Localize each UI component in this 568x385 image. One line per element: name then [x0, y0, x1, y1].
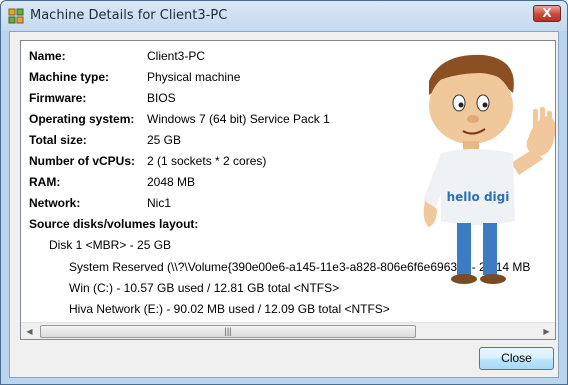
close-button[interactable]: Close	[479, 347, 554, 370]
grip-icon: |||	[224, 326, 232, 336]
detail-value: 25 GB	[147, 133, 182, 147]
detail-label: Network:	[29, 196, 81, 210]
window-title: Machine Details for Client3-PC	[30, 8, 228, 23]
detail-value: Client3-PC	[147, 49, 206, 63]
title-bar[interactable]: Machine Details for Client3-PC X	[1, 1, 567, 31]
detail-label: Machine type:	[29, 70, 110, 84]
detail-value: Nic1	[147, 196, 172, 210]
volume-item: Hiva Network (E:) - 90.02 MB used / 12.0…	[69, 302, 390, 316]
details-panel[interactable]: Name: Client3-PC Machine type: Physical …	[20, 40, 556, 340]
app-icon	[8, 8, 24, 24]
detail-value: 2048 MB	[147, 175, 196, 189]
detail-value: Physical machine	[147, 70, 241, 84]
detail-value: Windows 7 (64 bit) Service Pack 1	[147, 112, 330, 126]
detail-label: Name:	[29, 49, 66, 63]
shirt-text: hello digi	[447, 190, 510, 204]
scroll-left-icon[interactable]: ◀	[21, 323, 38, 339]
detail-value: BIOS	[147, 91, 176, 105]
close-icon[interactable]: X	[533, 5, 561, 22]
volume-item: Win (C:) - 10.57 GB used / 12.81 GB tota…	[69, 281, 340, 295]
detail-label: RAM:	[29, 175, 61, 189]
horizontal-scrollbar[interactable]: ◀ ||| ▶	[21, 322, 555, 339]
detail-label: Total size:	[29, 133, 87, 147]
detail-label: Firmware:	[29, 91, 87, 105]
scroll-right-icon[interactable]: ▶	[538, 323, 555, 339]
mascot-illustration: hello digi	[423, 54, 555, 284]
machine-details-window: Machine Details for Client3-PC X Name: C…	[0, 0, 568, 385]
detail-label: Operating system:	[29, 112, 135, 126]
scrollbar-thumb[interactable]: |||	[40, 325, 416, 338]
disk-item: Disk 1 <MBR> - 25 GB	[49, 238, 172, 252]
dialog-body: Name: Client3-PC Machine type: Physical …	[9, 31, 559, 378]
layout-heading: Source disks/volumes layout:	[29, 217, 199, 231]
detail-label: Number of vCPUs:	[29, 154, 136, 168]
detail-value: 2 (1 sockets * 2 cores)	[147, 154, 267, 168]
